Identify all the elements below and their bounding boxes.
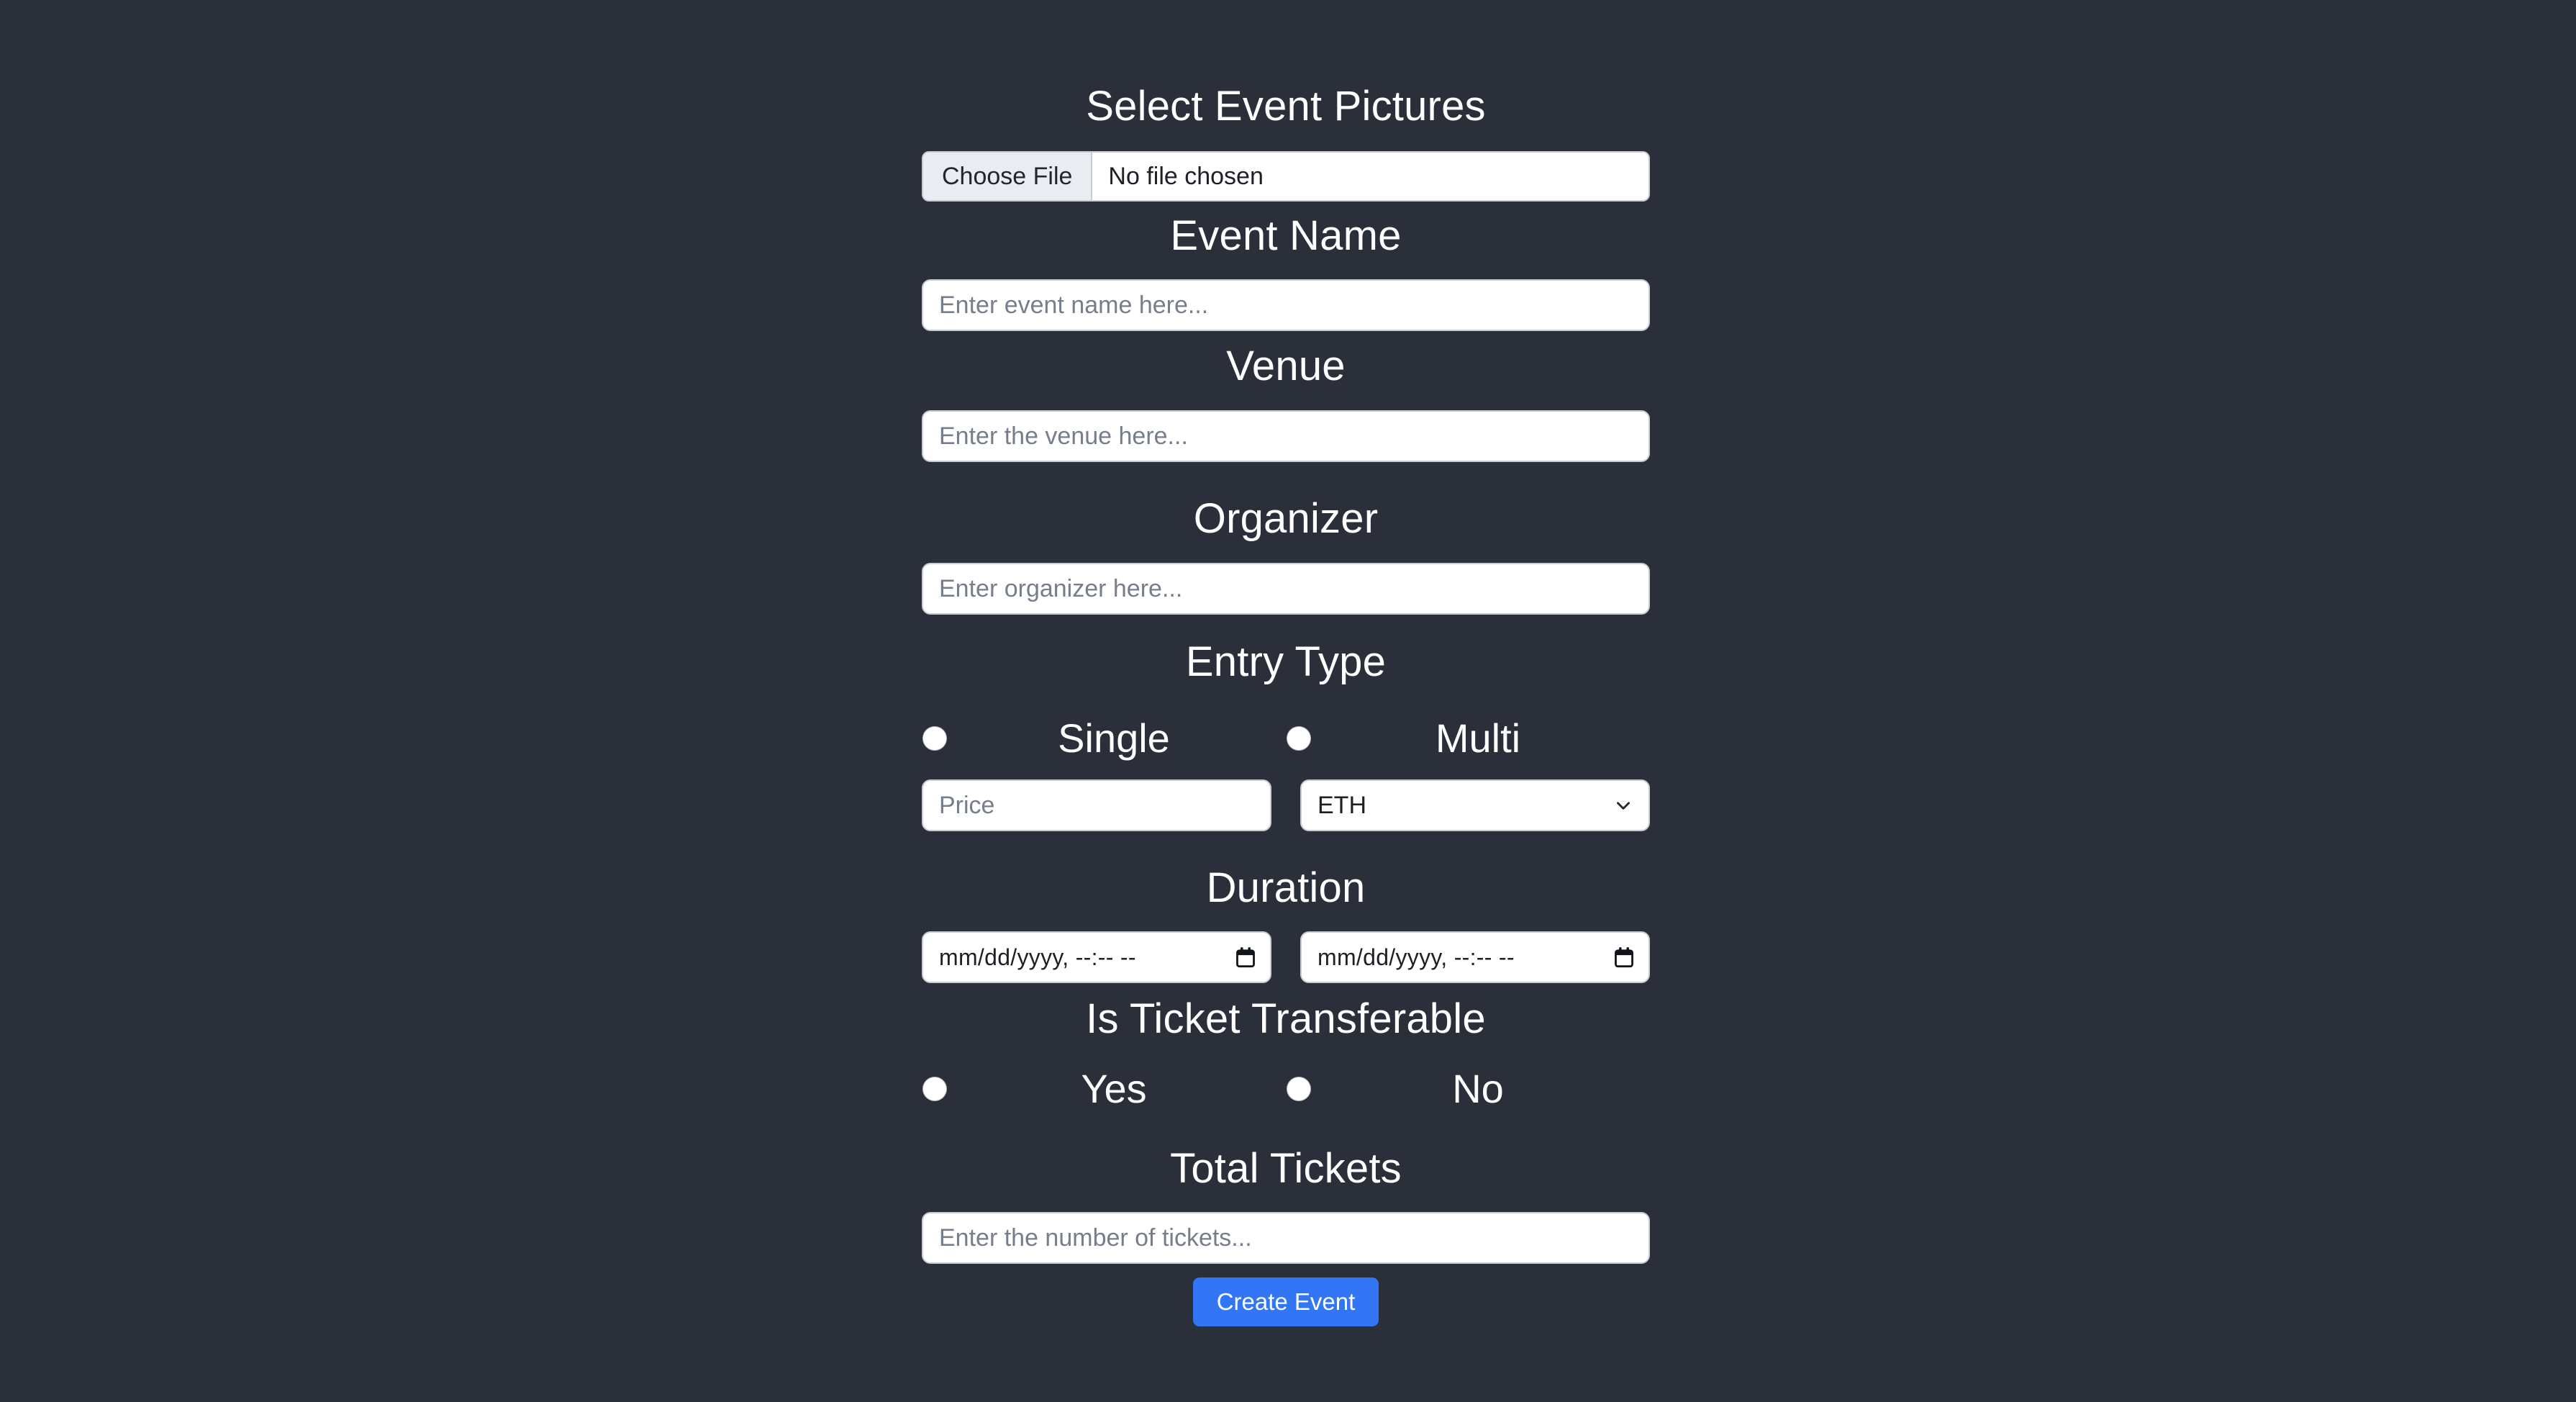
transferable-label-yes: Yes <box>1081 1066 1147 1111</box>
currency-column: ETH <box>1300 779 1650 831</box>
transferable-option-yes[interactable]: Yes <box>922 1069 1286 1109</box>
entry-type-label-multi: Multi <box>1435 715 1521 761</box>
file-name-status: No file chosen <box>1108 162 1264 190</box>
duration-heading: Duration <box>1206 864 1366 911</box>
duration-start-column: mm/dd/yyyy, --:-- -- <box>922 931 1271 983</box>
radio-single-icon[interactable] <box>923 727 946 750</box>
price-column <box>922 779 1271 831</box>
duration-end-display: mm/dd/yyyy, --:-- -- <box>1318 944 1515 970</box>
transferable-heading: Is Ticket Transferable <box>1086 995 1486 1042</box>
total-tickets-input[interactable] <box>922 1212 1650 1264</box>
currency-select[interactable]: ETH <box>1300 779 1650 831</box>
price-input[interactable] <box>922 779 1271 831</box>
radio-yes-icon[interactable] <box>923 1077 946 1100</box>
event-picture-file-input[interactable]: Choose File No file chosen <box>922 151 1650 202</box>
duration-end-input[interactable]: mm/dd/yyyy, --:-- -- <box>1300 931 1650 983</box>
entry-type-radio-group: Single Multi <box>922 713 1650 764</box>
transferable-option-no[interactable]: No <box>1286 1069 1650 1109</box>
duration-start-display: mm/dd/yyyy, --:-- -- <box>939 944 1136 970</box>
submit-row: Create Event <box>922 1277 1650 1327</box>
entry-type-heading: Entry Type <box>1185 638 1387 685</box>
total-tickets-heading: Total Tickets <box>1170 1145 1402 1192</box>
price-currency-row: ETH <box>922 779 1650 831</box>
duration-row: mm/dd/yyyy, --:-- -- mm/dd/yyyy, --:-- -… <box>922 931 1650 983</box>
currency-selected-value: ETH <box>1318 791 1366 819</box>
picture-heading: Select Event Pictures <box>1086 83 1486 130</box>
transferable-radio-group: Yes No <box>922 1063 1650 1115</box>
duration-start-input[interactable]: mm/dd/yyyy, --:-- -- <box>922 931 1271 983</box>
entry-type-option-single[interactable]: Single <box>922 718 1286 759</box>
organizer-heading: Organizer <box>1193 495 1379 542</box>
radio-no-icon[interactable] <box>1287 1077 1310 1100</box>
entry-type-option-multi[interactable]: Multi <box>1286 718 1650 759</box>
duration-end-column: mm/dd/yyyy, --:-- -- <box>1300 931 1650 983</box>
venue-input[interactable] <box>922 410 1650 462</box>
radio-multi-icon[interactable] <box>1287 727 1310 750</box>
organizer-input[interactable] <box>922 563 1650 615</box>
entry-type-label-single: Single <box>1058 715 1170 761</box>
create-event-button[interactable]: Create Event <box>1192 1277 1379 1327</box>
create-event-page: Select Event Pictures Choose File No fil… <box>0 0 2576 1402</box>
event-name-input[interactable] <box>922 279 1650 331</box>
transferable-label-no: No <box>1452 1066 1504 1111</box>
venue-heading: Venue <box>1226 343 1346 389</box>
choose-file-button[interactable]: Choose File <box>923 153 1093 200</box>
event-name-heading: Event Name <box>1170 212 1402 259</box>
